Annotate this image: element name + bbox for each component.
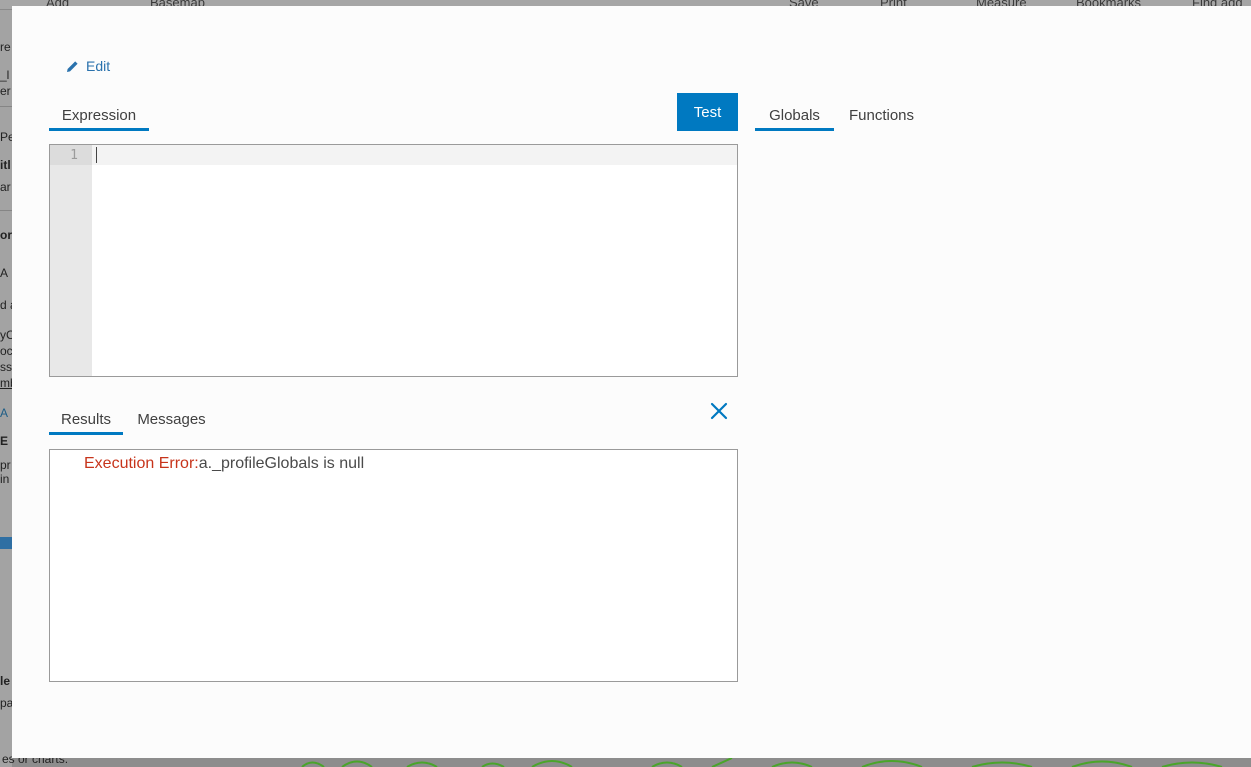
text-cursor	[96, 147, 97, 163]
sidebar-fragment: in	[0, 472, 10, 486]
sidebar-selected-bar	[0, 537, 12, 549]
sidebar-divider	[0, 106, 12, 107]
sidebar-fragment: ss	[0, 360, 12, 374]
sidebar-fragment: re	[0, 40, 11, 54]
error-message: a._profileGlobals is null	[198, 455, 365, 472]
sidebar-fragment: _l	[0, 68, 10, 82]
expression-code-editor[interactable]: 1	[49, 144, 738, 377]
active-line-highlight	[92, 145, 737, 165]
sidebar-fragment: oc	[0, 344, 12, 358]
sidebar-fragment: pa	[0, 696, 12, 710]
close-icon[interactable]	[709, 401, 729, 421]
sidebar-divider	[0, 210, 12, 211]
sidebar-fragment: mb	[0, 376, 12, 390]
sidebar-fragment: ar	[0, 180, 11, 194]
sidebar-fragment: A	[0, 266, 9, 280]
sidebar-fragment: pr	[0, 458, 11, 472]
edit-label: Edit	[86, 58, 111, 74]
results-panel: Execution Error:a._profileGlobals is nul…	[49, 449, 738, 682]
line-number: 1	[70, 148, 78, 163]
map-features-graphic	[301, 758, 1223, 767]
error-label: Execution Error:	[84, 455, 199, 472]
sidebar-fragment: or	[0, 228, 12, 242]
sidebar-fragment: Pe	[0, 130, 12, 144]
background-map	[12, 758, 1251, 767]
line-number-gutter	[50, 145, 92, 376]
result-error-line: Execution Error:a._profileGlobals is nul…	[84, 455, 364, 473]
background-sidebar: re _l er Pe itl ar or A d a yC oc ss mb …	[0, 10, 12, 767]
test-button[interactable]: Test	[677, 93, 738, 131]
sidebar-fragment: er	[0, 84, 11, 98]
tab-messages[interactable]: Messages	[127, 403, 216, 435]
tab-results[interactable]: Results	[49, 403, 123, 435]
sidebar-fragment: yC	[0, 328, 12, 342]
tab-functions[interactable]: Functions	[838, 99, 925, 131]
sidebar-fragment: E	[0, 434, 9, 448]
sidebar-fragment: itl	[0, 158, 11, 172]
expression-editor-dialog: Edit Expression Test Globals Functions 1…	[12, 6, 1251, 758]
sidebar-fragment: A	[0, 406, 9, 420]
sidebar-fragment: d a	[0, 298, 12, 312]
sidebar-fragment: le	[0, 674, 11, 688]
edit-title-link[interactable]: Edit	[66, 57, 110, 75]
tab-globals[interactable]: Globals	[755, 99, 834, 131]
tab-expression[interactable]: Expression	[49, 99, 149, 131]
pencil-icon	[67, 60, 78, 72]
